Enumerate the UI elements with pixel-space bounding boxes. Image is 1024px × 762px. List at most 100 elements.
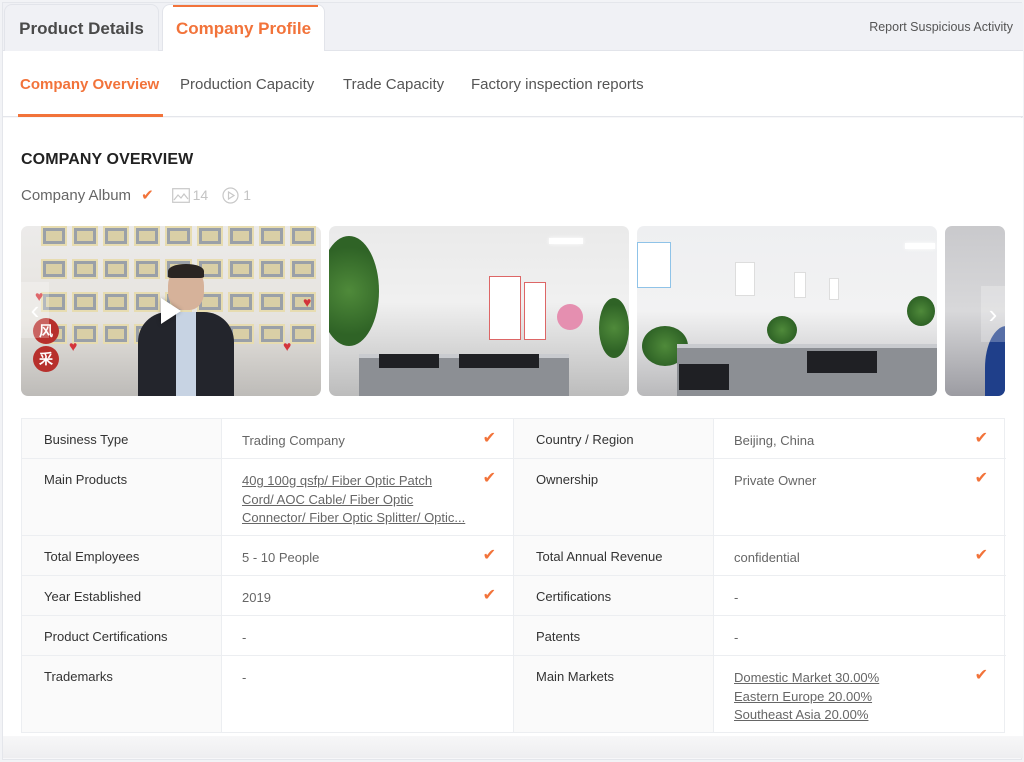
check-icon: ✔ <box>141 187 154 204</box>
top-tab-bar: Product Details Company Profile Report S… <box>3 3 1023 53</box>
info-value: 2019 <box>242 590 271 605</box>
info-row-main-products: Main Products 40g 100g qsfp/ Fiber Optic… <box>22 459 514 536</box>
info-label: Total Annual Revenue <box>514 536 714 575</box>
plant <box>767 316 797 344</box>
info-label: Product Certifications <box>22 616 222 655</box>
info-value-cell: Beijing, China ✔ <box>714 419 1006 458</box>
info-label: Trademarks <box>22 656 222 732</box>
ceiling-light <box>549 238 583 244</box>
info-row-ownership: Ownership Private Owner ✔ <box>514 459 1006 536</box>
info-value: Private Owner <box>734 473 817 488</box>
info-value-cell: 2019 ✔ <box>222 576 514 615</box>
info-label: Certifications <box>514 576 714 615</box>
bottom-strip <box>3 736 1023 758</box>
verified-check-icon: ✔ <box>482 430 496 447</box>
chevron-left-icon[interactable]: ‹ <box>21 282 49 338</box>
poster <box>637 242 671 288</box>
main-product-link[interactable]: 40g 100g qsfp/ Fiber Optic Patch <box>242 472 474 491</box>
heart-decoration: ♥ <box>283 338 292 354</box>
plant <box>907 296 935 326</box>
info-value-cell: 5 - 10 People ✔ <box>222 536 514 575</box>
info-row-patents: Patents - <box>514 616 1006 656</box>
info-value: confidential <box>734 550 800 565</box>
verified-check-icon: ✔ <box>482 587 496 604</box>
monitor <box>679 364 729 390</box>
ceiling-light <box>905 243 935 249</box>
subtab-trade-capacity[interactable]: Trade Capacity <box>343 51 444 117</box>
main-product-link[interactable]: Cord/ AOC Cable/ Fiber Optic <box>242 491 474 510</box>
play-circle-icon <box>222 186 239 204</box>
seal-decoration: 采 <box>33 346 59 372</box>
verified-check-icon: ✔ <box>974 667 988 684</box>
heart-decoration: ♥ <box>69 338 78 354</box>
verified-check-icon: ✔ <box>482 470 496 487</box>
info-label: Main Products <box>22 459 222 535</box>
monitor <box>459 354 539 368</box>
monitor <box>379 354 439 368</box>
poster <box>489 276 521 340</box>
info-value-cell: Domestic Market 30.00% Eastern Europe 20… <box>714 656 1006 732</box>
info-value-cell: - <box>222 656 514 732</box>
info-value-cell: 40g 100g qsfp/ Fiber Optic Patch Cord/ A… <box>222 459 514 535</box>
album-photo[interactable] <box>637 226 937 396</box>
album-photo[interactable]: › <box>945 226 1005 396</box>
heart-decoration: ♥ <box>303 294 312 310</box>
info-row-business-type: Business Type Trading Company ✔ <box>22 419 514 459</box>
info-value-cell: - <box>714 616 1006 655</box>
tab-company-profile[interactable]: Company Profile <box>162 4 325 53</box>
info-label: Ownership <box>514 459 714 535</box>
section-title: COMPANY OVERVIEW <box>21 151 194 168</box>
tab-product-details[interactable]: Product Details <box>4 4 159 52</box>
info-value: - <box>242 670 247 685</box>
info-label: Year Established <box>22 576 222 615</box>
play-icon[interactable] <box>161 298 181 324</box>
company-album-row: Company Album ✔ 14 1 <box>21 185 251 205</box>
subtab-company-overview[interactable]: Company Overview <box>17 51 164 117</box>
video-count-value: 1 <box>243 187 252 203</box>
sub-tab-bar: Company Overview Production Capacity Tra… <box>3 51 1023 117</box>
image-icon <box>171 187 190 203</box>
info-value: 5 - 10 People <box>242 550 320 565</box>
monitor <box>807 351 877 373</box>
info-value-cell: - <box>714 576 1006 615</box>
subtab-production-capacity[interactable]: Production Capacity <box>180 51 314 117</box>
info-row-total-annual-revenue: Total Annual Revenue confidential ✔ <box>514 536 1006 576</box>
verified-check-icon: ✔ <box>482 547 496 564</box>
info-label: Main Markets <box>514 656 714 732</box>
info-row-trademarks: Trademarks - <box>22 656 514 732</box>
info-label: Total Employees <box>22 536 222 575</box>
photo-count-value: 14 <box>192 187 209 203</box>
info-row-certifications: Certifications - <box>514 576 1006 616</box>
main-market-link[interactable]: Eastern Europe 20.00% <box>734 688 966 707</box>
main-product-link[interactable]: Connector/ Fiber Optic Splitter/ Optic..… <box>242 509 474 528</box>
info-row-main-markets: Main Markets Domestic Market 30.00% East… <box>514 656 1006 732</box>
album-photo[interactable] <box>329 226 629 396</box>
subtab-factory-inspection-reports[interactable]: Factory inspection reports <box>471 51 644 117</box>
album-label: Company Album <box>21 186 132 204</box>
company-overview-panel: COMPANY OVERVIEW Company Album ✔ 14 1 ♥ … <box>3 118 1023 758</box>
presenter <box>138 264 234 396</box>
info-value: - <box>734 590 739 605</box>
info-label: Patents <box>514 616 714 655</box>
verified-check-icon: ✔ <box>974 430 988 447</box>
info-value: - <box>242 630 247 645</box>
main-market-link[interactable]: Southeast Asia 20.00% <box>734 706 966 725</box>
poster <box>735 262 755 296</box>
info-label: Business Type <box>22 419 222 458</box>
video-count[interactable]: 1 <box>222 186 252 204</box>
chevron-right-icon[interactable]: › <box>981 286 1005 342</box>
info-value: - <box>734 630 739 645</box>
balloons <box>557 304 583 330</box>
company-info-table: Business Type Trading Company ✔ Country … <box>21 418 1006 733</box>
report-suspicious-activity-link[interactable]: Report Suspicious Activity <box>869 20 1013 34</box>
photo-count[interactable]: 14 <box>171 187 209 203</box>
poster <box>829 278 839 300</box>
main-market-link[interactable]: Domestic Market 30.00% <box>734 669 966 688</box>
info-label: Country / Region <box>514 419 714 458</box>
verified-check-icon: ✔ <box>974 470 988 487</box>
info-value-cell: Private Owner ✔ <box>714 459 1006 535</box>
info-value: Beijing, China <box>734 433 815 448</box>
album-video-thumbnail[interactable]: ♥ ♥ ♥ ♥ 风 采 ‹ <box>21 226 321 396</box>
info-value-cell: Trading Company ✔ <box>222 419 514 458</box>
verified-check-icon: ✔ <box>974 547 988 564</box>
